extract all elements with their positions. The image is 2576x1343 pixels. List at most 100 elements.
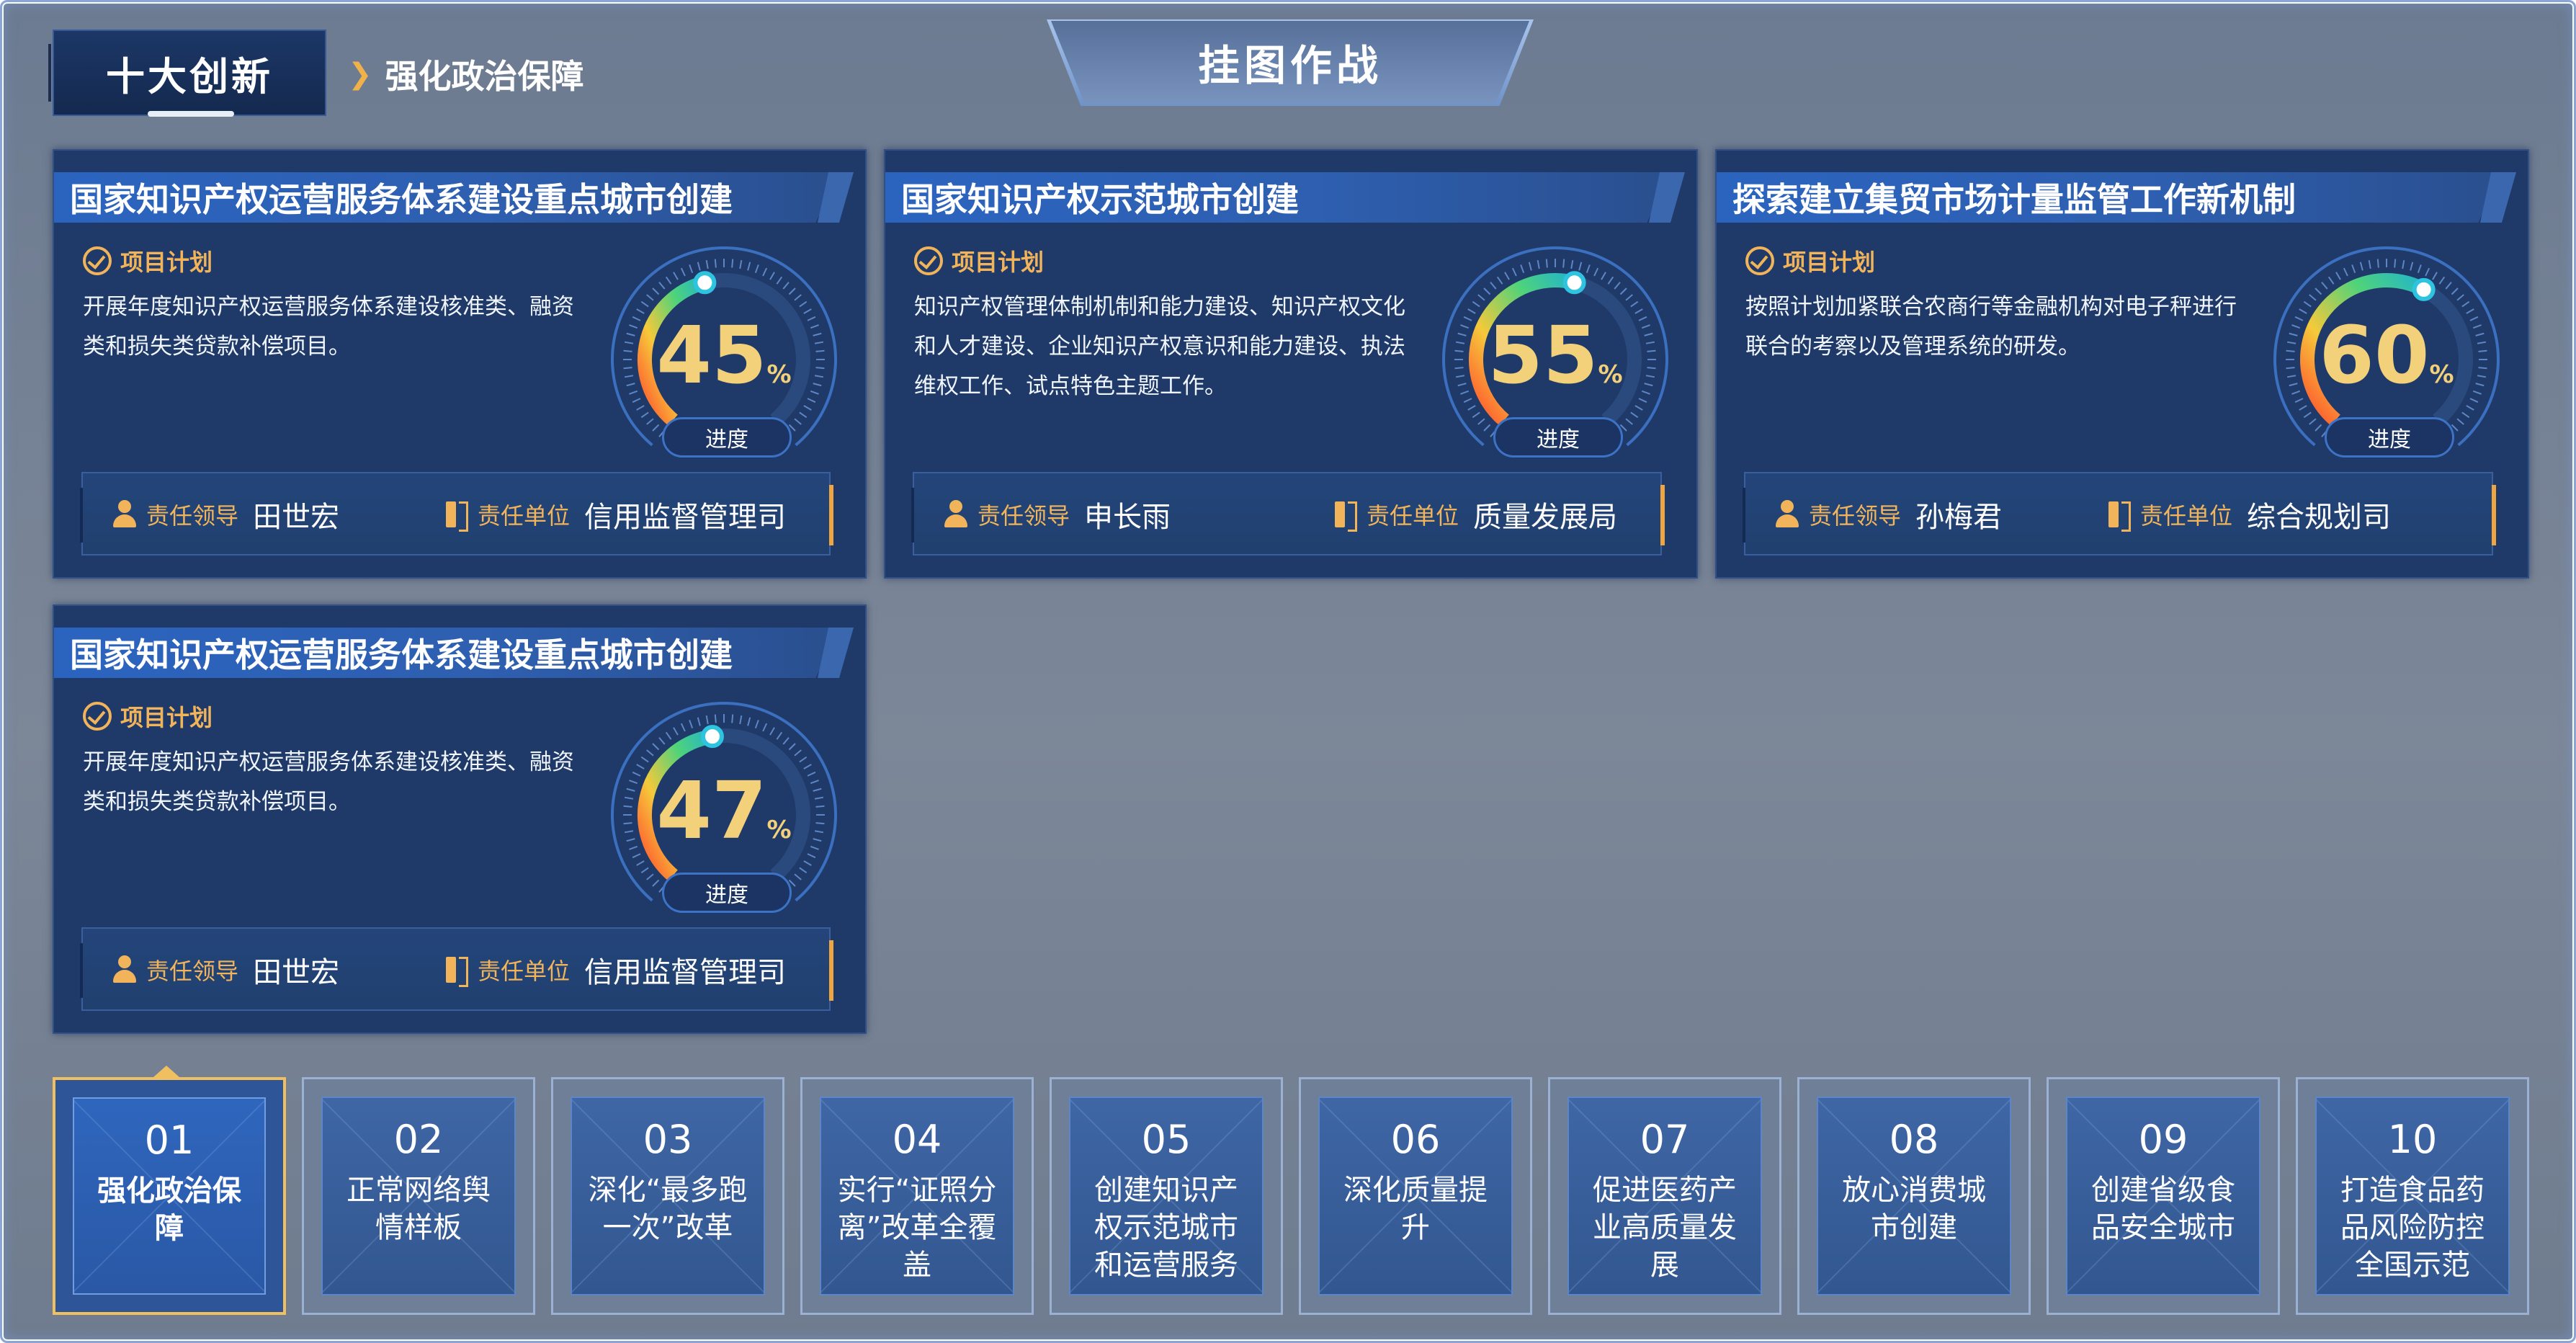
gauge-tick <box>2309 418 2317 425</box>
gauge-tick <box>652 287 660 295</box>
tab-01[interactable]: 01 强化政治保障 <box>53 1077 286 1315</box>
unit-key: 责任单位 <box>1367 502 1459 530</box>
plan-heading: 项目计划 <box>83 244 213 277</box>
tab-09[interactable]: 09 创建省级食品安全城市 <box>2047 1077 2280 1315</box>
gauge-tick <box>782 737 790 745</box>
tab-number: 01 <box>144 1117 194 1163</box>
gauge-tick <box>803 860 812 866</box>
leader-key: 责任领导 <box>978 502 1070 530</box>
gauge-tick <box>769 727 775 736</box>
project-card: 国家知识产权示范城市创建 项目计划 知识产权管理体制机制和能力建设、知识产权文化… <box>884 149 1698 579</box>
leader-key: 责任领导 <box>146 502 239 530</box>
gauge-tick <box>665 731 672 740</box>
card-title: 国家知识产权示范城市创建 <box>885 172 1671 223</box>
gauge-tick <box>646 418 654 425</box>
gauge-tick <box>1483 424 1491 432</box>
gauge-tick <box>731 714 734 723</box>
gauge-tick <box>799 411 808 419</box>
plan-text: 开展年度知识产权运营服务体系建设核准类、融资类和损失类贷款补偿项目。 <box>83 294 574 360</box>
tab-10[interactable]: 10 打造食品药品风险防控全国示范 <box>2296 1077 2529 1315</box>
category-tag[interactable]: 十大创新 <box>48 30 326 117</box>
plan-heading: 项目计划 <box>914 244 1044 277</box>
leader-info: 责任领导 田世宏 <box>112 949 339 991</box>
gauge-tick <box>1625 294 1633 301</box>
gauge-tick <box>640 867 649 874</box>
project-card: 探索建立集贸市场计量监管工作新机制 项目计划 按照计划加紧联合农商行等金融机构对… <box>1715 149 2529 579</box>
tab-number: 10 <box>2387 1117 2438 1162</box>
gauge-tick <box>2315 424 2322 432</box>
plan-text: 知识产权管理体制机制和能力建设、知识产权文化和人才建设、企业知识产权意识和能力建… <box>914 294 1405 399</box>
gauge-tick <box>788 287 796 295</box>
building-icon <box>2106 500 2132 532</box>
gauge-tick <box>1477 418 1485 425</box>
tab-08[interactable]: 08 放心消费城市创建 <box>1797 1077 2031 1315</box>
target-check-icon <box>1745 246 1774 275</box>
leader-value: 申长雨 <box>1084 501 1171 534</box>
gauge-tick <box>2451 287 2459 295</box>
target-check-icon <box>83 246 112 275</box>
gauge-tick <box>1614 282 1621 290</box>
gauge-tick <box>1472 411 1480 419</box>
gauge-tick <box>776 276 783 285</box>
gauge-tick <box>652 743 660 751</box>
gauge-tick <box>2368 259 2371 269</box>
gauge-tick <box>1496 276 1503 285</box>
progress-number: 45 <box>656 309 767 401</box>
project-card: 国家知识产权运营服务体系建设重点城市创建 项目计划 开展年度知识产权运营服务体系… <box>53 604 867 1034</box>
gauge-tick <box>673 272 679 280</box>
tab-label: 创建省级食品安全城市 <box>2091 1174 2235 1244</box>
person-icon <box>1774 500 1800 529</box>
leader-key: 责任领导 <box>146 958 239 985</box>
unit-key: 责任单位 <box>478 502 571 530</box>
gauge-tick <box>2425 267 2430 277</box>
project-card: 国家知识产权运营服务体系建设重点城市创建 项目计划 开展年度知识产权运营服务体系… <box>53 149 867 579</box>
tab-label: 强化政治保障 <box>97 1174 241 1245</box>
tab-05[interactable]: 05 创建知识产权示范城市和运营服务 <box>1050 1077 1283 1315</box>
gauge-tick <box>1607 276 1614 285</box>
progress-value: 55% <box>1433 309 1678 401</box>
card-title: 探索建立集贸市场计量监管工作新机制 <box>1717 172 2502 223</box>
gauge-tick <box>754 720 759 729</box>
gauge-tick <box>697 717 701 726</box>
gauge-tick <box>2335 272 2341 280</box>
unit-value: 综合规划司 <box>2247 501 2392 534</box>
percent-symbol: % <box>766 360 792 389</box>
gauge-tick <box>665 276 672 285</box>
progress-number: 47 <box>656 764 767 857</box>
gauge-tick <box>2456 294 2464 301</box>
gauge-tick <box>2315 287 2322 295</box>
tab-label: 放心消费城市创建 <box>1842 1174 1986 1244</box>
gauge-tick <box>2359 262 2363 271</box>
plan-heading-label: 项目计划 <box>120 704 213 731</box>
responsibility-bar: 责任领导 田世宏 责任单位 信用监督管理司 <box>80 472 833 556</box>
progress-gauge: 60% 进度 <box>2264 237 2509 468</box>
gauge-tick <box>680 267 686 277</box>
gauge-tick <box>731 259 734 268</box>
banner-title: 挂图作战 <box>1051 21 1529 103</box>
tab-07[interactable]: 07 促进医药产业高质量发展 <box>1548 1077 1781 1315</box>
gauge-tick <box>1570 259 1574 269</box>
gauge-tick <box>2351 264 2356 274</box>
progress-label: 进度 <box>662 873 792 913</box>
tab-number: 08 <box>1889 1117 1939 1162</box>
progress-value: 45% <box>601 309 846 401</box>
plan-heading-label: 项目计划 <box>1783 249 1876 276</box>
breadcrumb: ❯ 强化政治保障 <box>348 53 584 96</box>
tab-06[interactable]: 06 深化质量提升 <box>1299 1077 1532 1315</box>
gauge-tick <box>1630 411 1639 419</box>
gauge-tick <box>776 731 783 740</box>
chevron-right-icon: ❯ <box>348 58 372 91</box>
unit-key: 责任单位 <box>2140 502 2233 530</box>
gauge-tick <box>762 267 768 277</box>
gauge-tick <box>2432 272 2438 280</box>
plan-text: 开展年度知识产权运营服务体系建设核准类、融资类和损失类贷款补偿项目。 <box>83 749 574 815</box>
tab-04[interactable]: 04 实行“证照分离”改革全覆盖 <box>800 1077 1034 1315</box>
dashboard-root: 十大创新 ❯ 强化政治保障 挂图作战 国家知识产权运营服务体系建设重点城市创建 … <box>0 0 2576 1343</box>
gauge-tick <box>747 717 751 726</box>
gauge-tick <box>2402 259 2405 269</box>
plan-text: 按照计划加紧联合农商行等金融机构对电子秤进行联合的考察以及管理系统的研发。 <box>1745 294 2237 360</box>
tab-03[interactable]: 03 深化“最多跑一次”改革 <box>551 1077 784 1315</box>
tab-number: 02 <box>393 1117 444 1162</box>
tab-label: 实行“证照分离”改革全覆盖 <box>837 1174 997 1282</box>
tab-02[interactable]: 02 正常网络舆情样板 <box>302 1077 535 1315</box>
